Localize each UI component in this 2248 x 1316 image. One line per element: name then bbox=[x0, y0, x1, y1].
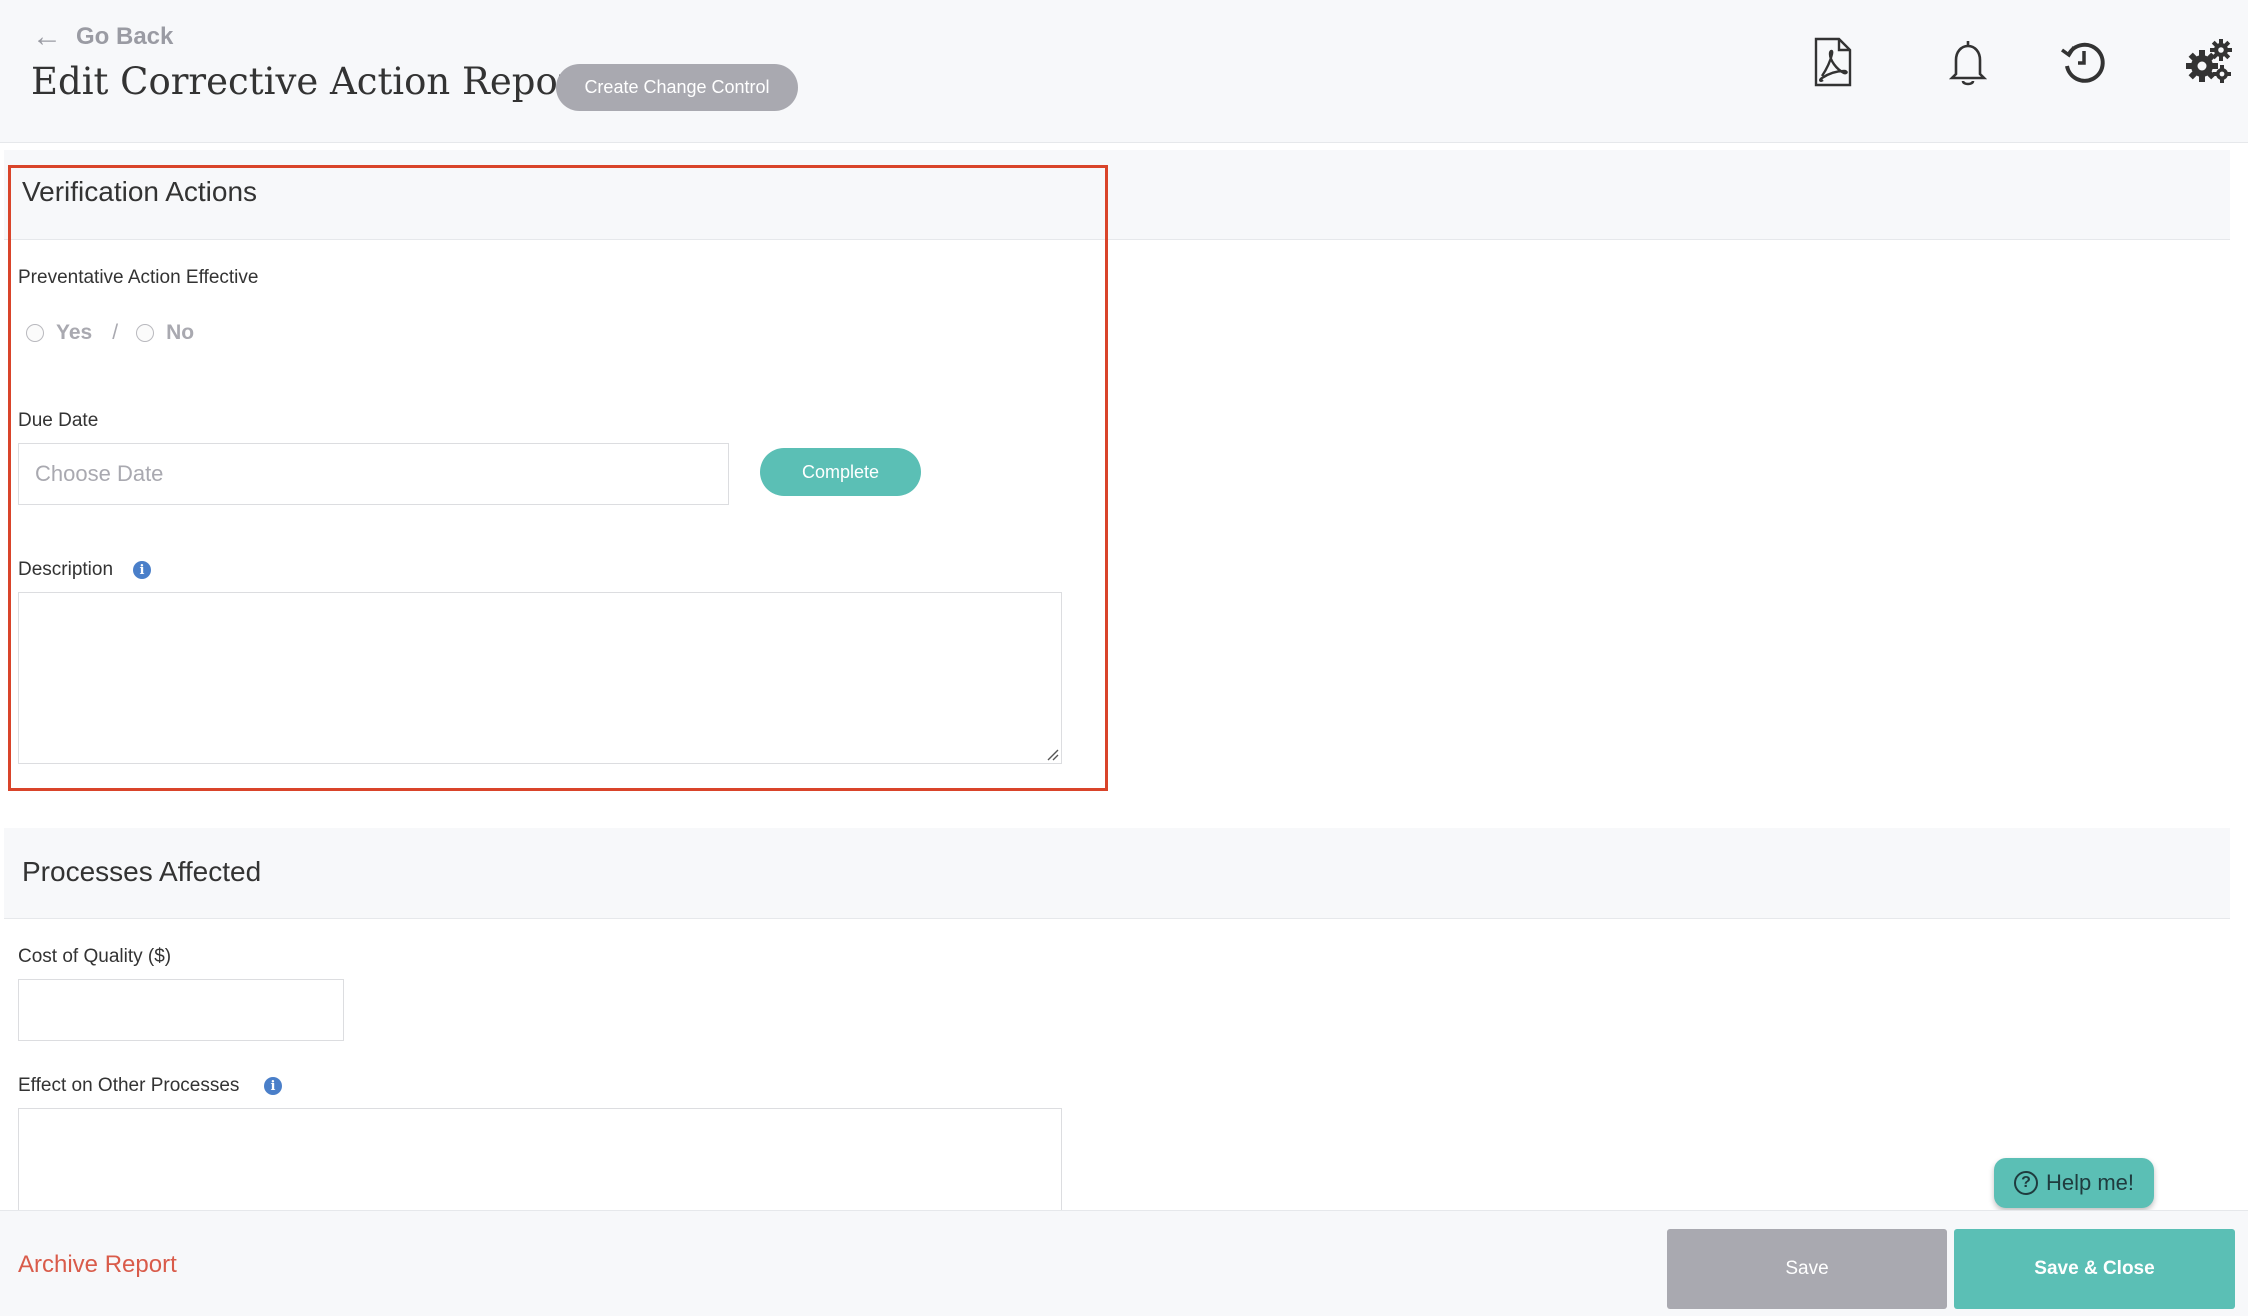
help-label: Help me! bbox=[2045, 1170, 2135, 1195]
due-date-label: Due Date bbox=[18, 410, 99, 431]
preventative-radio-group: Yes / No bbox=[26, 316, 194, 350]
help-button[interactable]: ? Help me! bbox=[1994, 1158, 2154, 1208]
effect-on-processes-label: Effect on Other Processes bbox=[18, 1075, 240, 1096]
preventative-action-label: Preventative Action Effective bbox=[18, 267, 259, 288]
go-back-link[interactable]: ← Go Back bbox=[32, 20, 173, 54]
go-back-label: Go Back bbox=[76, 23, 174, 50]
pdf-icon[interactable] bbox=[1806, 36, 1858, 88]
complete-button[interactable]: Complete bbox=[760, 448, 921, 496]
info-icon[interactable]: i bbox=[264, 1077, 282, 1095]
info-icon[interactable]: i bbox=[133, 561, 151, 579]
due-date-placeholder: Choose Date bbox=[35, 461, 164, 486]
page-header: ← Go Back Edit Corrective Action Report … bbox=[0, 0, 2248, 143]
verification-section-title: Verification Actions bbox=[22, 176, 258, 207]
description-textarea[interactable] bbox=[18, 592, 1062, 764]
page-title: Edit Corrective Action Report bbox=[31, 60, 591, 103]
no-radio[interactable] bbox=[136, 324, 155, 342]
resize-grip-icon[interactable] bbox=[1045, 747, 1059, 761]
no-radio-label[interactable]: No bbox=[166, 321, 194, 345]
due-date-input[interactable]: Choose Date bbox=[18, 443, 729, 505]
radio-separator: / bbox=[112, 321, 119, 344]
archive-report-link[interactable]: Archive Report bbox=[18, 1251, 177, 1279]
verification-section-header: Verification Actions bbox=[4, 150, 2230, 240]
history-icon[interactable] bbox=[2058, 36, 2110, 88]
question-circle-icon: ? bbox=[2013, 1171, 2038, 1195]
arrow-left-icon: ← bbox=[32, 20, 62, 53]
processes-section-title: Processes Affected bbox=[22, 856, 262, 887]
yes-radio-label[interactable]: Yes bbox=[56, 321, 92, 345]
processes-section-header: Processes Affected bbox=[4, 828, 2230, 919]
save-button[interactable]: Save bbox=[1667, 1229, 1947, 1309]
save-and-close-button[interactable]: Save & Close bbox=[1954, 1229, 2235, 1309]
gears-icon[interactable] bbox=[2182, 36, 2234, 88]
effect-on-processes-textarea[interactable] bbox=[18, 1108, 1062, 1218]
bell-icon[interactable] bbox=[1942, 36, 1994, 88]
description-label: Description bbox=[18, 559, 114, 580]
yes-radio[interactable] bbox=[26, 324, 44, 342]
page-footer: Archive Report Save Save & Close bbox=[0, 1210, 2248, 1316]
create-change-control-button[interactable]: Create Change Control bbox=[556, 64, 798, 111]
cost-of-quality-label: Cost of Quality ($) bbox=[18, 946, 172, 967]
cost-of-quality-input[interactable] bbox=[18, 979, 344, 1041]
